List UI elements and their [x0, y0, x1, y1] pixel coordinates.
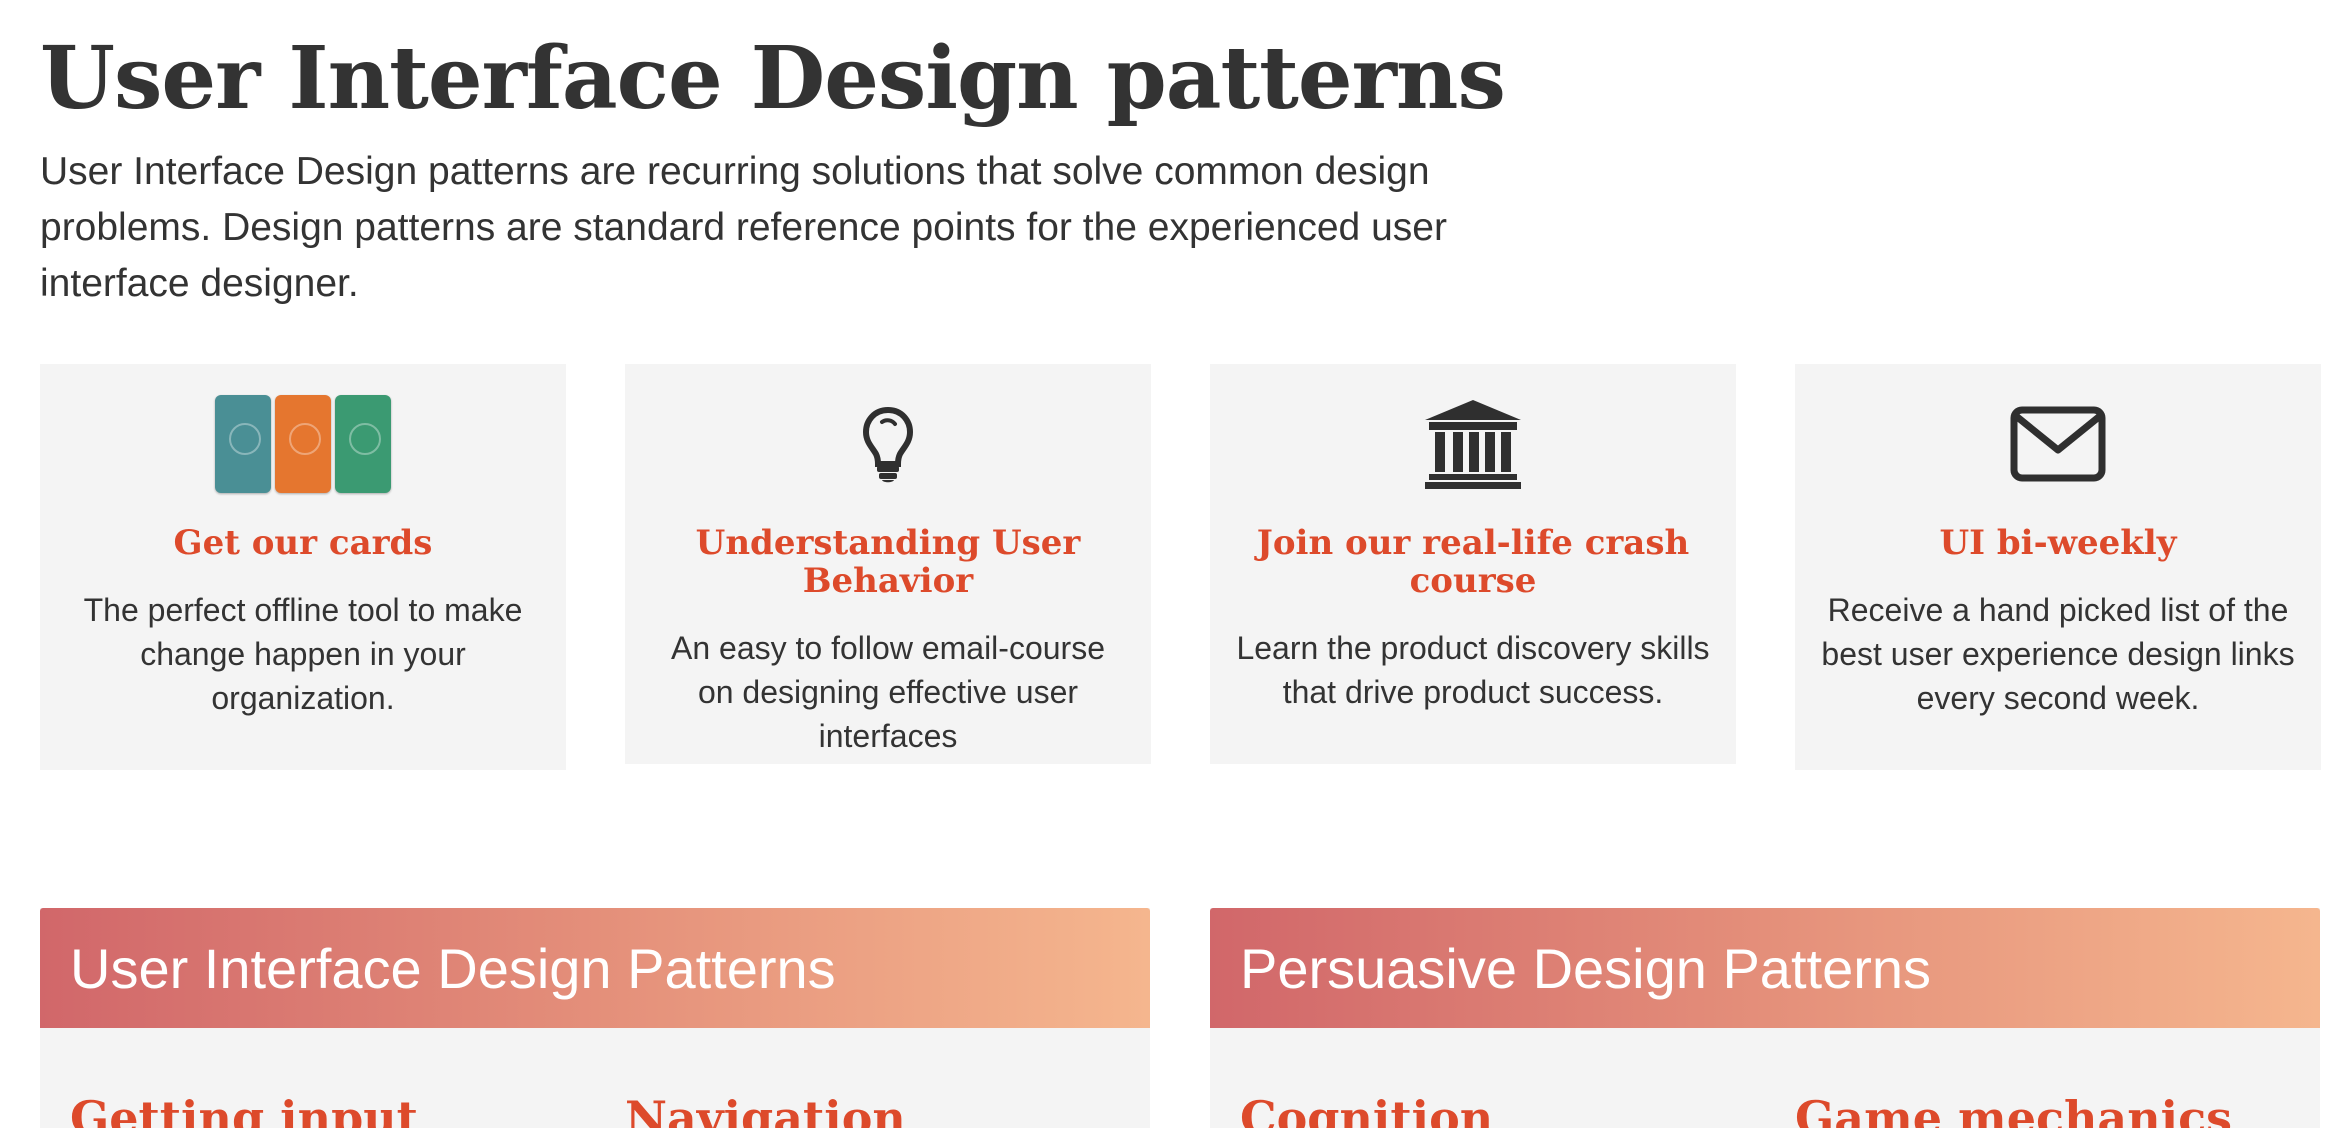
card-understanding-user-behavior[interactable]: Understanding User Behavior An easy to f…: [625, 364, 1151, 764]
card-description: Learn the product discovery skills that …: [1236, 630, 1710, 710]
persuasive-design-patterns-panel: Persuasive Design Patterns Cognition Gam…: [1210, 908, 2320, 1128]
card-title[interactable]: Get our cards: [60, 524, 546, 562]
page-title: User Interface Design patterns: [40, 28, 1506, 129]
card-title[interactable]: Understanding User Behavior: [645, 524, 1131, 600]
lightbulb-icon: [625, 392, 1151, 496]
category-navigation[interactable]: Navigation: [625, 1090, 906, 1128]
panel-title[interactable]: Persuasive Design Patterns: [1240, 938, 1931, 1000]
card-description: An easy to follow email-course on design…: [671, 630, 1105, 754]
ui-design-patterns-panel: User Interface Design Patterns Getting i…: [40, 908, 1150, 1128]
panel-header: Persuasive Design Patterns: [1210, 908, 2320, 1028]
card-title[interactable]: Join our real-life crash course: [1230, 524, 1716, 600]
card-get-our-cards[interactable]: Get our cards The perfect offline tool t…: [40, 364, 566, 770]
panel-header: User Interface Design Patterns: [40, 908, 1150, 1028]
panel-title[interactable]: User Interface Design Patterns: [70, 938, 836, 1000]
card-ui-bi-weekly[interactable]: UI bi-weekly Receive a hand picked list …: [1795, 364, 2321, 770]
intro-text: User Interface Design patterns are recur…: [40, 150, 1447, 305]
ui-pattern-cards-icon: [40, 392, 566, 496]
category-game-mechanics[interactable]: Game mechanics: [1795, 1090, 2232, 1128]
envelope-icon: [1795, 392, 2321, 496]
card-description: The perfect offline tool to make change …: [83, 592, 523, 716]
category-getting-input[interactable]: Getting input: [70, 1090, 418, 1128]
card-title[interactable]: UI bi-weekly: [1815, 524, 2301, 562]
category-cognition[interactable]: Cognition: [1240, 1090, 1493, 1128]
card-crash-course[interactable]: Join our real-life crash course Learn th…: [1210, 364, 1736, 764]
card-description: Receive a hand picked list of the best u…: [1821, 592, 2295, 716]
institution-icon: [1210, 392, 1736, 496]
